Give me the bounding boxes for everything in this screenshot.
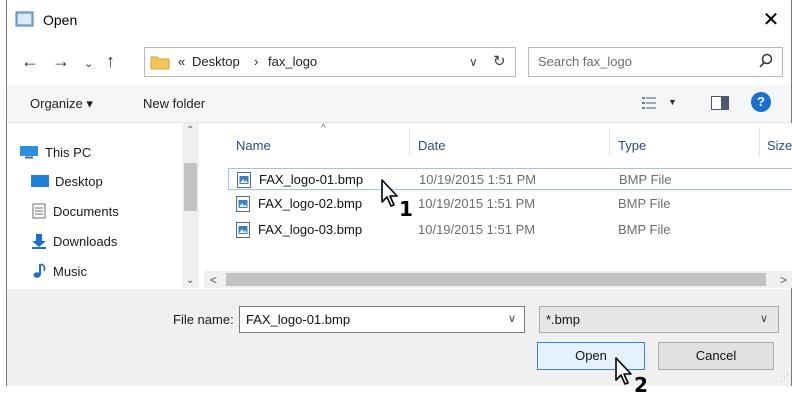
horizontal-scrollbar[interactable]: < > [204,271,792,288]
search-placeholder: Search fax_logo [538,54,632,69]
file-row[interactable]: FAX_logo-01.bmp 10/19/2015 1:51 PM BMP F… [228,168,792,190]
column-header-size[interactable]: Size [767,138,792,153]
folder-icon [150,56,170,70]
nav-scrollbar[interactable]: ⌃ ⌄ [182,123,199,288]
nav-label: Downloads [53,233,118,249]
breadcrumb-desktop[interactable]: Desktop [192,54,240,69]
sort-ascending-icon: ^ [321,123,326,134]
file-name-value: FAX_logo-01.bmp [246,312,351,327]
column-divider[interactable] [759,129,760,157]
nav-item-downloads[interactable]: Downloads [31,230,117,252]
nav-label: Music [53,263,87,279]
search-input[interactable]: Search fax_logo [528,47,783,77]
chevron-down-icon[interactable]: ∨ [760,312,768,325]
nav-item-documents[interactable]: Documents [31,200,119,222]
documents-icon [32,203,46,219]
scroll-thumb[interactable] [184,163,197,211]
file-name-label: File name: [173,312,234,327]
bmp-file-icon [236,196,250,212]
file-type: BMP File [618,222,671,237]
nav-label: This PC [45,144,92,160]
navigation-pane: This PC Desktop Documents Downloads Musi… [7,123,201,288]
resize-grip-icon[interactable]: ⋰ [780,373,789,384]
breadcrumb-fax-logo[interactable]: fax_logo [268,54,317,69]
file-name: FAX_logo-03.bmp [258,222,363,237]
bmp-file-icon [236,222,250,238]
file-type: BMP File [619,172,672,187]
chevron-down-icon[interactable]: ∨ [469,55,478,69]
column-divider[interactable] [609,129,610,157]
file-type-select[interactable]: *.bmp ∨ [539,306,779,333]
step-number: 2 [634,373,648,397]
address-row: ← → ⌄ ↑ « Desktop › fax_logo ∨ ↻ Search … [7,40,791,84]
chevron-down-icon[interactable]: ∨ [508,312,516,325]
forward-icon[interactable]: → [52,52,70,70]
breadcrumb-separator[interactable]: › [254,54,258,69]
file-name-input[interactable]: FAX_logo-01.bmp ∨ [239,306,525,333]
file-date: 10/19/2015 1:51 PM [418,222,536,237]
file-date: 10/19/2015 1:51 PM [419,172,537,187]
file-row[interactable]: FAX_logo-03.bmp 10/19/2015 1:51 PM BMP F… [228,219,792,241]
scroll-up-icon[interactable]: ⌃ [186,125,194,136]
scroll-down-icon[interactable]: ⌄ [186,275,194,286]
nav-item-desktop[interactable]: Desktop [31,170,103,192]
file-row[interactable]: FAX_logo-02.bmp 10/19/2015 1:51 PM BMP F… [228,193,792,215]
file-date: 10/19/2015 1:51 PM [418,196,536,211]
address-overflow[interactable]: « [178,54,185,69]
view-options-icon[interactable] [642,96,658,110]
recent-locations-icon[interactable]: ⌄ [84,55,93,73]
window-title: Open [43,12,78,28]
nav-label: Documents [53,203,119,219]
preview-pane-icon[interactable] [711,96,729,110]
column-header-type[interactable]: Type [618,138,646,153]
help-icon[interactable]: ? [751,92,771,112]
bottom-panel: File name: FAX_logo-01.bmp ∨ *.bmp ∨ Ope… [7,289,791,386]
bmp-file-icon [237,172,251,188]
address-bar[interactable]: « Desktop › fax_logo ∨ ↻ [144,47,516,77]
cancel-button[interactable]: Cancel [658,342,774,370]
music-icon [33,263,46,278]
desktop-icon [31,175,49,187]
computer-icon [20,146,38,159]
column-header-date[interactable]: Date [418,138,445,153]
nav-item-music[interactable]: Music [31,260,87,282]
folder-icon [15,11,34,27]
view-dropdown-icon[interactable]: ▼ [668,97,677,107]
close-icon[interactable]: ✕ [759,8,783,32]
file-type: BMP File [618,196,671,211]
file-name: FAX_logo-01.bmp [259,172,364,187]
organize-button[interactable]: Organize ▾ [30,96,93,112]
downloads-icon [32,234,46,249]
new-folder-button[interactable]: New folder [143,96,205,111]
scroll-thumb[interactable] [226,273,766,286]
nav-label: Desktop [55,173,103,189]
column-divider[interactable] [409,129,410,157]
search-icon[interactable] [758,53,774,69]
back-icon[interactable]: ← [21,52,39,70]
refresh-icon[interactable]: ↻ [493,52,506,70]
scroll-left-icon[interactable]: < [210,273,217,287]
step-number: 1 [399,197,413,221]
up-icon[interactable]: ↑ [106,52,115,70]
column-header-name[interactable]: Name [236,138,271,153]
file-list: ^ Name Date Type Size FAX_logo-01.bmp 10… [204,123,792,271]
file-type-value: *.bmp [546,312,580,327]
scroll-right-icon[interactable]: > [780,273,787,287]
title-bar: Open ✕ [7,0,791,40]
nav-item-this-pc[interactable]: This PC [19,141,91,163]
mouse-pointer-icon [615,357,632,385]
toolbar: Organize ▾ New folder ▼ ? [7,85,791,123]
file-name: FAX_logo-02.bmp [258,196,363,211]
